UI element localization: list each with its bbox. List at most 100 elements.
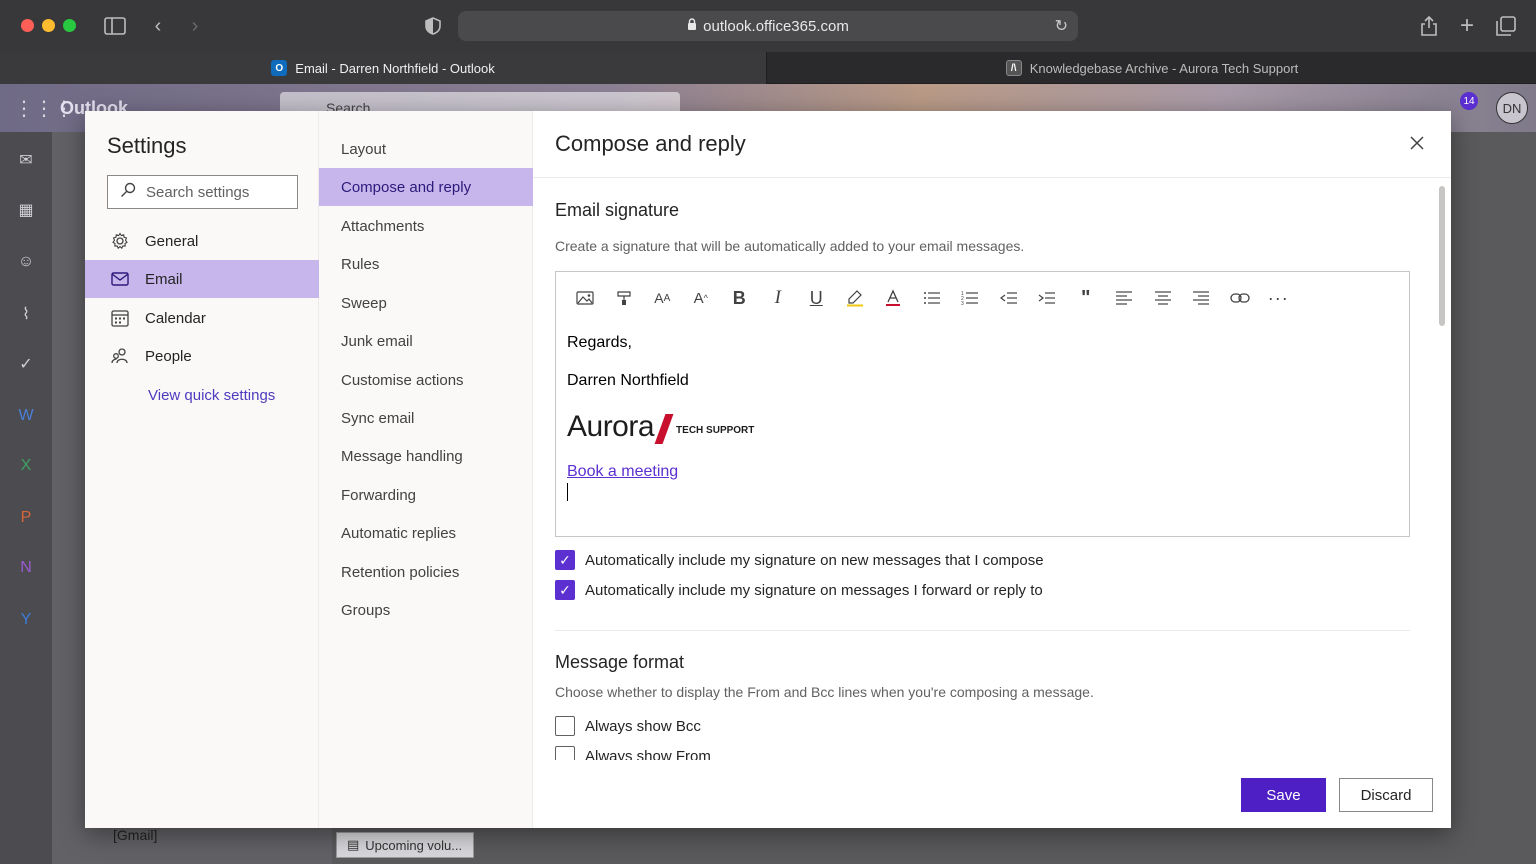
settings-title: Settings: [107, 133, 187, 158]
subnav-item-layout[interactable]: Layout: [319, 130, 533, 168]
italic-icon[interactable]: I: [759, 286, 798, 310]
word-icon[interactable]: W: [14, 404, 38, 428]
discard-button[interactable]: Discard: [1339, 778, 1433, 812]
tab-knowledgebase[interactable]: /\ Knowledgebase Archive - Aurora Tech S…: [768, 52, 1536, 84]
address-text: outlook.office365.com: [703, 17, 849, 35]
subnav-item-rules[interactable]: Rules: [319, 245, 533, 283]
mail-icon: [111, 270, 129, 288]
nav-item-calendar[interactable]: Calendar: [85, 299, 319, 337]
option-sign-new-messages[interactable]: ✓ Automatically include my signature on …: [555, 550, 1044, 570]
checkbox-show-from[interactable]: [555, 746, 575, 760]
attach-icon[interactable]: ⌇: [14, 302, 38, 326]
sidebar-toggle-icon[interactable]: [101, 12, 129, 40]
option-sign-forward-reply[interactable]: ✓ Automatically include my signature on …: [555, 580, 1043, 600]
folder-gmail[interactable]: [Gmail]: [113, 827, 157, 843]
notification-badge: 14: [1460, 92, 1478, 110]
insert-link-icon[interactable]: [1221, 286, 1260, 310]
checkbox-new-messages[interactable]: ✓: [555, 550, 575, 570]
book-meeting-link[interactable]: Book a meeting: [567, 463, 678, 481]
bullets-icon[interactable]: [913, 286, 952, 310]
quote-icon[interactable]: ": [1067, 286, 1106, 310]
nav-item-email[interactable]: Email: [85, 260, 319, 298]
maximize-window-button[interactable]: [63, 19, 76, 32]
nav-item-general[interactable]: General: [85, 222, 319, 260]
option-always-show-bcc[interactable]: Always show Bcc: [555, 716, 701, 736]
share-icon[interactable]: [1415, 12, 1443, 40]
address-bar[interactable]: outlook.office365.com ↻: [458, 11, 1078, 41]
subnav-item-junk-email[interactable]: Junk email: [319, 322, 533, 360]
view-quick-settings-link[interactable]: View quick settings: [148, 387, 275, 404]
option-always-show-from[interactable]: Always show From: [555, 746, 711, 760]
underline-icon[interactable]: U: [797, 286, 836, 310]
calendar-icon[interactable]: ▦: [14, 198, 38, 222]
browser-titlebar: ‹ › outlook.office365.com ↻ +: [0, 0, 1536, 52]
subnav-item-message-handling[interactable]: Message handling: [319, 437, 533, 475]
save-button[interactable]: Save: [1241, 778, 1326, 812]
subnav-item-compose-and-reply[interactable]: Compose and reply: [319, 168, 533, 206]
bold-icon[interactable]: B: [720, 286, 759, 310]
text-caret: [567, 483, 568, 501]
increase-indent-icon[interactable]: [1028, 286, 1067, 310]
reload-icon[interactable]: ↻: [1055, 16, 1068, 36]
numbering-icon[interactable]: 123: [951, 286, 990, 310]
tab-outlook[interactable]: O Email - Darren Northfield - Outlook: [0, 52, 767, 84]
format-painter-icon[interactable]: [605, 286, 644, 310]
avatar[interactable]: DN: [1496, 92, 1528, 124]
nav-item-people[interactable]: People: [85, 337, 319, 375]
subnav-item-sync-email[interactable]: Sync email: [319, 399, 533, 437]
excel-icon[interactable]: X: [14, 454, 38, 478]
align-left-icon[interactable]: [1105, 286, 1144, 310]
powerpoint-icon[interactable]: P: [14, 506, 38, 530]
scrollbar-thumb[interactable]: [1439, 186, 1445, 326]
divider: [555, 630, 1410, 631]
forward-icon[interactable]: ›: [181, 12, 209, 40]
people-icon[interactable]: ☺: [14, 250, 38, 274]
highlight-icon[interactable]: [836, 286, 875, 310]
aurora-logo: Aurora TECH SUPPORT: [567, 410, 754, 444]
tab-label: Knowledgebase Archive - Aurora Tech Supp…: [1029, 60, 1299, 76]
back-icon[interactable]: ‹: [144, 12, 172, 40]
subnav-item-retention-policies[interactable]: Retention policies: [319, 553, 533, 591]
onenote-icon[interactable]: N: [14, 556, 38, 580]
align-right-icon[interactable]: [1182, 286, 1221, 310]
attachment-chip[interactable]: ▤ Upcoming volu...: [336, 832, 474, 858]
shield-icon[interactable]: [419, 12, 447, 40]
checkbox-show-bcc[interactable]: [555, 716, 575, 736]
subnav-item-attachments[interactable]: Attachments: [319, 207, 533, 245]
new-tab-icon[interactable]: +: [1453, 12, 1481, 40]
tab-overview-icon[interactable]: [1492, 12, 1520, 40]
subnav-item-groups[interactable]: Groups: [319, 591, 533, 629]
calendar-icon: [111, 309, 129, 327]
decrease-indent-icon[interactable]: [990, 286, 1029, 310]
nav-label: Email: [145, 270, 183, 288]
todo-icon[interactable]: ✓: [14, 352, 38, 376]
signature-editor[interactable]: AA A ^ B I U 123 " ··· Regards, Darren N…: [555, 271, 1410, 537]
font-size-icon[interactable]: AA: [643, 286, 682, 310]
align-center-icon[interactable]: [1144, 286, 1183, 310]
minimize-window-button[interactable]: [42, 19, 55, 32]
close-window-button[interactable]: [21, 19, 34, 32]
option-label: Always show From: [585, 747, 711, 761]
more-options-icon[interactable]: ···: [1259, 286, 1298, 310]
app-rail: ✉ ▦ ☺ ⌇ ✓ W X P N Y: [0, 132, 52, 864]
text-effects-icon[interactable]: A ^: [682, 286, 721, 310]
nav-label: General: [145, 232, 199, 250]
email-subnav-pane: Layout Compose and reply Attachments Rul…: [319, 111, 533, 828]
subnav-item-customise-actions[interactable]: Customise actions: [319, 361, 533, 399]
mail-icon[interactable]: ✉: [14, 148, 38, 172]
settings-scroll-area[interactable]: Email signature Create a signature that …: [533, 178, 1451, 760]
font-color-icon[interactable]: [874, 286, 913, 310]
signature-line-name: Darren Northfield: [567, 372, 689, 389]
checkbox-forward-reply[interactable]: ✓: [555, 580, 575, 600]
formatting-toolbar: AA A ^ B I U 123 " ···: [566, 286, 1298, 310]
subnav-item-automatic-replies[interactable]: Automatic replies: [319, 514, 533, 552]
subnav-item-sweep[interactable]: Sweep: [319, 284, 533, 322]
settings-dialog: Settings Search settings General Email C…: [85, 111, 1451, 828]
people-icon: [111, 347, 129, 365]
subnav-item-forwarding[interactable]: Forwarding: [319, 476, 533, 514]
insert-picture-icon[interactable]: [566, 286, 605, 310]
yammer-icon[interactable]: Y: [14, 608, 38, 632]
close-icon[interactable]: [1405, 131, 1429, 155]
tab-label: Email - Darren Northfield - Outlook: [295, 60, 495, 76]
settings-search-input[interactable]: Search settings: [107, 175, 298, 209]
